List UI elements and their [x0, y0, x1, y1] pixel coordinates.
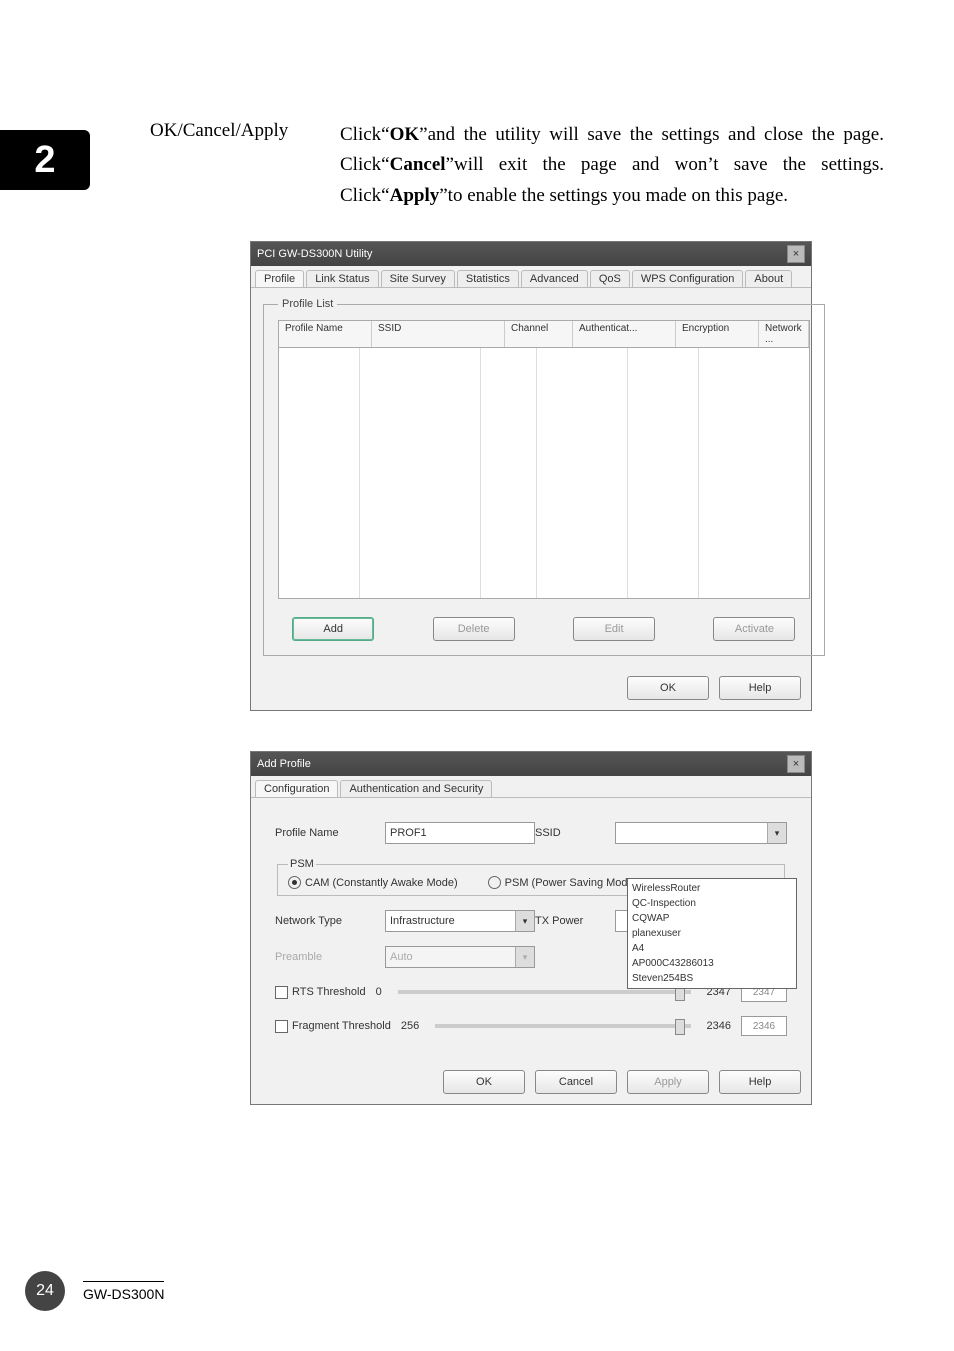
- chevron-down-icon: ▾: [767, 823, 786, 843]
- col-ssid[interactable]: SSID: [372, 321, 505, 347]
- label-ssid: SSID: [535, 827, 615, 839]
- cancel-button[interactable]: Cancel: [535, 1070, 617, 1094]
- ssid-option[interactable]: QC-Inspection: [632, 896, 792, 911]
- col-encryption[interactable]: Encryption: [676, 321, 759, 347]
- apply-button[interactable]: Apply: [627, 1070, 709, 1094]
- desc-text: Click“: [340, 124, 390, 145]
- ssid-option[interactable]: Steven254BS: [632, 971, 792, 986]
- label-profile-name: Profile Name: [275, 827, 385, 839]
- add-profile-tabs: Configuration Authentication and Securit…: [251, 776, 811, 798]
- fragment-max: 2346: [707, 1020, 731, 1032]
- preamble-value: Auto: [390, 951, 413, 963]
- checkbox-icon: [275, 986, 288, 999]
- label-network-type: Network Type: [275, 915, 385, 927]
- ssid-select[interactable]: ▾: [615, 822, 787, 844]
- profile-name-input[interactable]: PROF1: [385, 822, 535, 844]
- tab-statistics[interactable]: Statistics: [457, 270, 519, 287]
- fragment-checkbox[interactable]: Fragment Threshold: [275, 1020, 391, 1033]
- chapter-number: 2: [34, 139, 55, 182]
- ssid-option[interactable]: WirelessRouter: [632, 881, 792, 896]
- rts-label: RTS Threshold: [292, 986, 366, 998]
- profile-list-body[interactable]: [278, 348, 810, 599]
- radio-dot-icon: [288, 876, 301, 889]
- utility-tabs: Profile Link Status Site Survey Statisti…: [251, 266, 811, 288]
- tab-link-status[interactable]: Link Status: [306, 270, 378, 287]
- tab-auth-security[interactable]: Authentication and Security: [340, 780, 492, 797]
- network-type-value: Infrastructure: [390, 915, 455, 927]
- profile-list-group: Profile List Profile Name SSID Channel A…: [263, 298, 825, 656]
- col-channel[interactable]: Channel: [505, 321, 573, 347]
- profile-name-value: PROF1: [390, 827, 427, 839]
- label-preamble: Preamble: [275, 951, 385, 963]
- ok-cancel-apply-row: OK/Cancel/Apply Click“OK”and the utility…: [150, 120, 884, 211]
- psm-legend: PSM: [288, 858, 316, 870]
- ssid-option[interactable]: AP000C43286013: [632, 956, 792, 971]
- ssid-option[interactable]: A4: [632, 941, 792, 956]
- activate-button[interactable]: Activate: [713, 617, 795, 641]
- chevron-down-icon: ▾: [515, 947, 534, 967]
- cam-radio-label: CAM (Constantly Awake Mode): [305, 877, 458, 889]
- checkbox-icon: [275, 1020, 288, 1033]
- preamble-select: Auto ▾: [385, 946, 535, 968]
- ok-button[interactable]: OK: [627, 676, 709, 700]
- tab-wps[interactable]: WPS Configuration: [632, 270, 744, 287]
- delete-button[interactable]: Delete: [433, 617, 515, 641]
- psm-radio[interactable]: PSM (Power Saving Mode): [488, 876, 638, 889]
- close-icon[interactable]: ×: [787, 755, 805, 773]
- ssid-option[interactable]: CQWAP: [632, 911, 792, 926]
- footer-model: GW-DS300N: [83, 1281, 164, 1302]
- cam-radio[interactable]: CAM (Constantly Awake Mode): [288, 876, 458, 889]
- fragment-value-box[interactable]: 2346: [741, 1016, 787, 1036]
- row-description: Click“OK”and the utility will save the s…: [340, 120, 884, 211]
- radio-dot-icon: [488, 876, 501, 889]
- row-label: OK/Cancel/Apply: [150, 120, 340, 142]
- close-icon[interactable]: ×: [787, 245, 805, 263]
- label-tx-power: TX Power: [535, 915, 615, 927]
- help-button[interactable]: Help: [719, 676, 801, 700]
- rts-min: 0: [376, 986, 382, 998]
- rts-checkbox[interactable]: RTS Threshold: [275, 986, 366, 999]
- profile-list-legend: Profile List: [278, 298, 337, 310]
- add-profile-titlebar: Add Profile ×: [251, 752, 811, 776]
- add-profile-dialog: Add Profile × Configuration Authenticati…: [250, 751, 812, 1105]
- fragment-slider[interactable]: [435, 1024, 690, 1028]
- fragment-label: Fragment Threshold: [292, 1020, 391, 1032]
- tab-profile[interactable]: Profile: [255, 270, 304, 287]
- page-number-badge: 24: [25, 1271, 65, 1311]
- tab-site-survey[interactable]: Site Survey: [381, 270, 455, 287]
- rts-slider[interactable]: [398, 990, 691, 994]
- desc-text: ”to enable the settings you made on this…: [439, 185, 788, 206]
- utility-titlebar: PCI GW-DS300N Utility ×: [251, 242, 811, 266]
- add-profile-title: Add Profile: [257, 758, 311, 770]
- desc-bold-apply: Apply: [390, 185, 440, 206]
- page-number: 24: [36, 1282, 54, 1300]
- utility-title: PCI GW-DS300N Utility: [257, 248, 372, 260]
- desc-bold-ok: OK: [390, 124, 420, 145]
- help-button[interactable]: Help: [719, 1070, 801, 1094]
- desc-bold-cancel: Cancel: [390, 154, 446, 175]
- network-type-select[interactable]: Infrastructure ▾: [385, 910, 535, 932]
- col-network[interactable]: Network ...: [759, 321, 809, 347]
- add-button[interactable]: Add: [292, 617, 374, 641]
- fragment-min: 256: [401, 1020, 419, 1032]
- ssid-dropdown-list[interactable]: WirelessRouter QC-Inspection CQWAP plane…: [627, 878, 797, 989]
- col-auth[interactable]: Authenticat...: [573, 321, 676, 347]
- tab-about[interactable]: About: [745, 270, 792, 287]
- tab-advanced[interactable]: Advanced: [521, 270, 588, 287]
- chapter-number-tab: 2: [0, 130, 90, 190]
- psm-radio-label: PSM (Power Saving Mode): [505, 877, 638, 889]
- edit-button[interactable]: Edit: [573, 617, 655, 641]
- ssid-option[interactable]: planexuser: [632, 926, 792, 941]
- profile-list-header: Profile Name SSID Channel Authenticat...…: [278, 320, 810, 348]
- tab-qos[interactable]: QoS: [590, 270, 630, 287]
- tab-configuration[interactable]: Configuration: [255, 780, 338, 797]
- ok-button[interactable]: OK: [443, 1070, 525, 1094]
- col-profile-name[interactable]: Profile Name: [279, 321, 372, 347]
- chevron-down-icon: ▾: [515, 911, 534, 931]
- utility-window: PCI GW-DS300N Utility × Profile Link Sta…: [250, 241, 812, 711]
